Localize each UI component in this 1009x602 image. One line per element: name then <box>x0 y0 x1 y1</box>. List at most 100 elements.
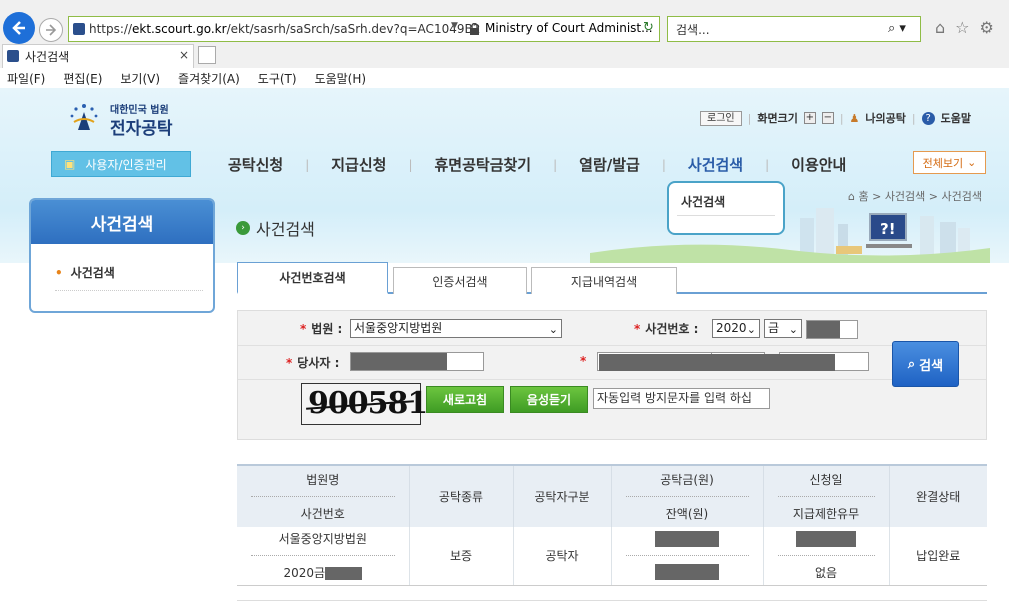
court-label: * 법원 : <box>300 322 343 336</box>
forward-button[interactable] <box>39 18 63 42</box>
main-nav: 공탁신청 | 지급신청 | 휴면공탁금찾기 | 열람/발급 | 사건검색 | 이용안내 <box>206 154 868 175</box>
zoom-out-button[interactable]: − <box>821 112 834 124</box>
tab-case-number-search[interactable]: 사건번호검색 <box>237 262 388 294</box>
logo-title[interactable]: 전자공탁 <box>110 114 173 139</box>
cell-depositor-type: 공탁자 <box>512 527 611 586</box>
required-mark: * <box>634 322 641 336</box>
tab-favicon <box>7 50 19 62</box>
gear-icon[interactable]: ⚙ <box>980 18 994 37</box>
menu-view[interactable]: 보기(V) <box>120 70 160 87</box>
browser-tab[interactable]: 사건검색 × <box>2 44 194 68</box>
chevron-down-icon: ⌄ <box>788 323 798 336</box>
header-depositor-type: 공탁자구분 <box>512 464 611 527</box>
case-year-select[interactable]: 2020 ⌄ <box>712 319 760 338</box>
tab-title: 사건검색 <box>25 50 70 64</box>
redacted-block <box>807 321 840 338</box>
nav-payment-apply[interactable]: 지급신청 <box>309 154 408 175</box>
person-icon: ♟ <box>849 111 860 125</box>
nav-case-search[interactable]: 사건검색 <box>666 154 765 175</box>
chevron-down-icon: ⌄ <box>967 156 977 169</box>
menu-help[interactable]: 도움말(H) <box>315 70 367 87</box>
bullet-icon: • <box>55 266 63 280</box>
redacted-block <box>796 530 856 547</box>
nav-deposit-apply[interactable]: 공탁신청 <box>206 154 305 175</box>
login-button[interactable]: 로그인 <box>700 110 742 126</box>
menu-bar: 파일(F) 편집(E) 보기(V) 즐겨찾기(A) 도구(T) 도움말(H) <box>0 68 1009 88</box>
search-placeholder: 검색... <box>676 22 710 37</box>
url-text: https://ekt.scourt.go.kr/ekt/sasrh/saSrc… <box>89 22 481 36</box>
court-select-value: 서울중앙지방법원 <box>354 321 443 335</box>
search-icon[interactable]: ⌕ ▾ <box>888 21 906 36</box>
table-header-row: 법원명 사건번호 공탁종류 공탁자구분 공탁금(원) 잔액(원) 신청일 지급제한유무… <box>237 464 987 527</box>
cell-deposit-type: 보증 <box>408 527 513 586</box>
help-icon: ? <box>921 111 935 125</box>
search-form: * 법원 : 서울중앙지방법원 ⌄ * 사건번호 : 2020 ⌄ 금 ⌄ * 당사자… <box>237 310 987 440</box>
all-view-label: 전체보기 <box>922 156 964 170</box>
menu-tools[interactable]: 도구(T) <box>258 70 297 87</box>
toolbar-icons: ⌂ ☆ ⚙ <box>935 18 994 37</box>
sidebar-title: 사건검색 <box>31 200 213 244</box>
case-type-value: 금 <box>768 321 780 335</box>
nav-view-issue[interactable]: 열람/발급 <box>557 154 662 175</box>
lock-icon <box>470 23 479 35</box>
city-illustration: ?! <box>590 208 990 263</box>
cell-court-case: 서울중앙지방법원 2020금 <box>237 527 409 586</box>
help-link[interactable]: 도움말 <box>941 110 971 126</box>
row-divider <box>238 345 986 346</box>
page-title-text: 사건검색 <box>256 220 315 239</box>
zoom-in-button[interactable]: + <box>803 112 816 124</box>
cell-amount-balance <box>610 527 763 586</box>
search-tabs: 사건번호검색 인증서검색 지급내역검색 <box>237 262 987 294</box>
case-no-text: 2020금 <box>283 566 326 581</box>
menu-file[interactable]: 파일(F) <box>7 70 45 87</box>
cell-status: 납입완료 <box>888 527 987 586</box>
header-date-limit: 신청일 지급제한유무 <box>762 464 889 527</box>
screen-size-label: 화면크기 <box>757 112 798 125</box>
required-mark: * <box>286 356 293 370</box>
refresh-captcha-button[interactable]: 새로고침 <box>426 386 504 413</box>
chevron-down-icon: ⌄ <box>746 323 756 336</box>
star-icon[interactable]: ☆ <box>955 18 969 37</box>
results-table: 법원명 사건번호 공탁종류 공탁자구분 공탁금(원) 잔액(원) 신청일 지급제한유무… <box>237 464 987 586</box>
captcha-input[interactable]: 자동입력 방지문자를 입력 하십 <box>593 388 770 409</box>
audio-captcha-button[interactable]: 음성듣기 <box>510 386 588 413</box>
all-view-button[interactable]: 전체보기 ⌄ <box>913 151 986 174</box>
tab-payment-history-search[interactable]: 지급내역검색 <box>531 267 677 294</box>
tab-certificate-search[interactable]: 인증서검색 <box>393 267 527 294</box>
certificate-label[interactable]: Ministry of Court Administ... <box>485 21 653 35</box>
footer-divider <box>237 600 987 601</box>
address-bar[interactable]: https://ekt.scourt.go.kr/ekt/sasrh/saSrc… <box>68 16 660 42</box>
svg-text:?!: ?! <box>880 220 896 238</box>
browser-chrome: https://ekt.scourt.go.kr/ekt/sasrh/saSrc… <box>0 0 1009 88</box>
refresh-icon[interactable]: ↻ <box>643 20 654 35</box>
menu-favorites[interactable]: 즐겨찾기(A) <box>178 70 240 87</box>
user-mgmt-button[interactable]: ▣ 사용자/인증관리 <box>51 151 191 177</box>
new-tab-button[interactable] <box>198 46 216 64</box>
sidebar: 사건검색 • 사건검색 <box>29 198 215 313</box>
required-mark: * <box>300 322 307 336</box>
case-year-value: 2020 <box>716 321 747 335</box>
url-dropdown-icon[interactable]: ▼ <box>451 21 458 31</box>
close-icon[interactable]: × <box>179 48 189 62</box>
sidebar-item-case-search[interactable]: • 사건검색 <box>55 264 115 281</box>
nav-dormant-deposit[interactable]: 휴면공탁금찾기 <box>413 154 554 175</box>
court-logo-icon[interactable] <box>66 100 102 134</box>
nav-guide[interactable]: 이용안내 <box>769 154 868 175</box>
page-title: › 사건검색 <box>236 216 315 240</box>
search-button[interactable]: ⌕ 검색 <box>892 341 959 387</box>
menu-edit[interactable]: 편집(E) <box>63 70 102 87</box>
my-deposit-link[interactable]: 나의공탁 <box>865 110 905 126</box>
user-mgmt-label: 사용자/인증관리 <box>85 157 167 172</box>
table-row[interactable]: 서울중앙지방법원 2020금 보증 공탁자 없음 납입완료 <box>237 527 987 586</box>
cell-date-limit: 없음 <box>762 527 889 586</box>
case-type-select[interactable]: 금 ⌄ <box>764 319 802 338</box>
divider: | <box>747 111 752 125</box>
site-content: 대한민국 법원 전자공탁 로그인 | 화면크기 + − | ♟ 나의공탁 | ?… <box>0 88 1009 602</box>
browser-search-input[interactable]: 검색... ⌕ ▾ <box>667 16 921 42</box>
home-icon[interactable]: ⌂ <box>935 18 945 37</box>
court-select[interactable]: 서울중앙지방법원 ⌄ <box>350 319 562 338</box>
party-input[interactable] <box>350 352 484 371</box>
header-court-case: 법원명 사건번호 <box>237 464 409 527</box>
back-button[interactable] <box>3 12 35 44</box>
case-number-input[interactable] <box>806 320 858 339</box>
